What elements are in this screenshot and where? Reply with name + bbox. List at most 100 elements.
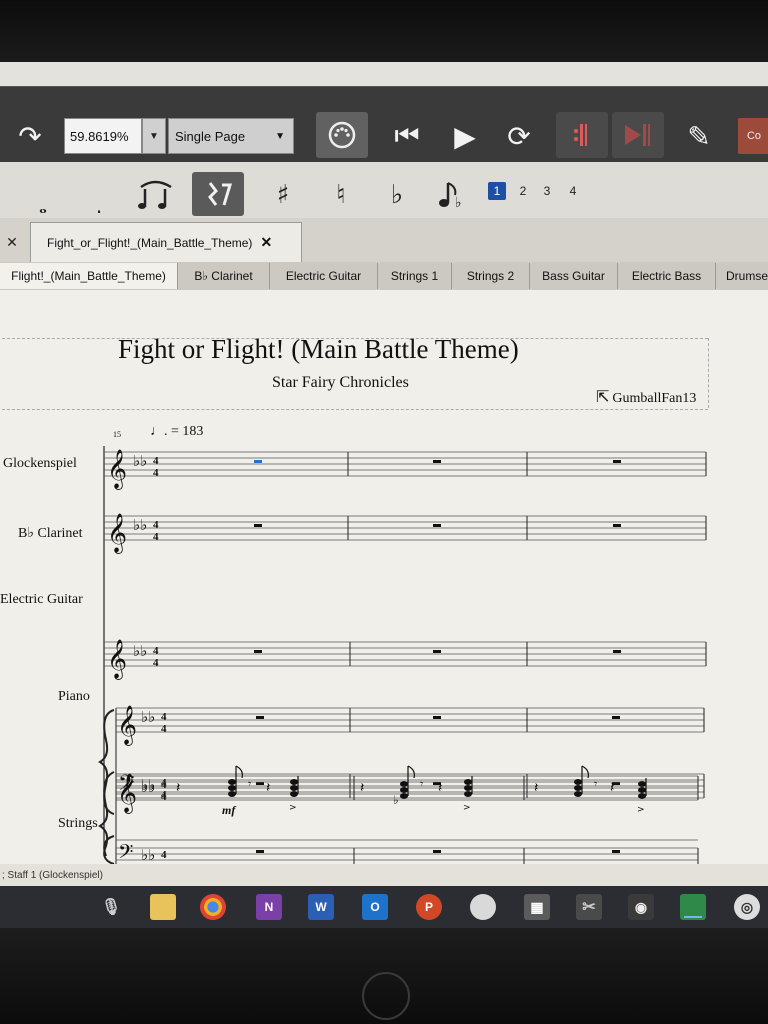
zoom-input[interactable]: 59.8619%	[64, 118, 142, 154]
whole-rest[interactable]	[433, 524, 441, 527]
grace-note-icon[interactable]: ♭	[432, 174, 472, 214]
musescore-taskbar-icon[interactable]	[680, 894, 706, 920]
eighth-rest[interactable]: 𝄾	[248, 777, 251, 791]
title-frame-right	[708, 338, 709, 408]
rest-toggle-button[interactable]	[192, 172, 244, 216]
score-subtitle[interactable]: Star Fairy Chronicles	[272, 374, 409, 392]
part-tab-main[interactable]: Flight!_(Main_Battle_Theme)	[0, 263, 178, 289]
whole-rest[interactable]	[612, 716, 620, 719]
chrome-icon[interactable]	[200, 894, 226, 920]
quarter-rest[interactable]: 𝄽	[610, 780, 614, 796]
svg-text:♭: ♭	[455, 195, 462, 211]
camera-icon[interactable]: ◉	[628, 894, 654, 920]
document-tab-title: Fight_or_Flight!_(Main_Battle_Theme)	[47, 235, 253, 250]
whole-rest[interactable]	[256, 850, 264, 853]
natural-icon[interactable]: ♮	[324, 176, 358, 214]
quarter-rest[interactable]: 𝄽	[176, 780, 180, 796]
rewind-to-start-button[interactable]: ⏮	[388, 116, 426, 156]
quarter-rest[interactable]: 𝄽	[534, 780, 538, 796]
eighth-rest[interactable]: 𝄾	[594, 777, 597, 791]
staff-clarinet[interactable]: 𝄞 ♭♭ 4 4	[104, 513, 707, 554]
bass-clef-icon: 𝄢	[118, 840, 133, 864]
part-tab-electric-bass[interactable]: Electric Bass	[618, 263, 716, 289]
composer-credit[interactable]: ⇱ GumballFan13	[596, 387, 696, 407]
part-tab-electric-guitar[interactable]: Electric Guitar	[270, 263, 378, 289]
eighth-rest[interactable]: 𝄾	[420, 777, 423, 791]
whole-rest[interactable]	[613, 524, 621, 527]
voice-1-button[interactable]: 1	[488, 182, 506, 200]
tie-icon[interactable]	[132, 174, 182, 214]
play-button[interactable]: ▶	[446, 116, 484, 156]
svg-text:4: 4	[161, 791, 167, 803]
svg-text:>: >	[463, 803, 471, 813]
selected-whole-rest[interactable]	[254, 460, 262, 463]
dynamic-marking[interactable]: mf	[222, 803, 236, 817]
quarter-rest[interactable]: 𝄽	[438, 780, 442, 796]
accented-chord[interactable]: ^	[227, 762, 243, 797]
concert-pitch-button[interactable]: Co	[738, 118, 768, 154]
whole-rest[interactable]	[433, 716, 441, 719]
document-tab-close-icon[interactable]: ✕	[260, 234, 272, 251]
metronome-icon[interactable]: ✎	[680, 116, 718, 156]
whole-rest[interactable]	[613, 460, 621, 463]
screen: ↷ 59.8619% ▼ Single Page ▼ ⏮ ▶ ⟳ ✎ Co 𝅝 …	[0, 62, 768, 928]
strings-staff[interactable]: 𝄞 ♭♭ 4 4 𝄢 ♭♭ 4 𝄽 ^ 𝄾 𝄽 > mf 𝄽 ^ ♭ 𝄾 𝄽 >…	[0, 762, 768, 864]
svg-text:^: ^	[227, 762, 235, 767]
accented-chord[interactable]: ^	[573, 762, 589, 797]
score-title[interactable]: Fight or Flight! (Main Battle Theme)	[118, 334, 588, 365]
loop-button[interactable]: ⟳	[500, 116, 538, 156]
voice-2-button[interactable]: 2	[514, 182, 532, 200]
staff-glockenspiel[interactable]: 𝄞 ♭♭ 4 4	[104, 449, 707, 490]
whole-rest[interactable]	[254, 650, 262, 653]
loop-out-button[interactable]	[612, 112, 664, 158]
whole-rest[interactable]	[433, 460, 441, 463]
part-tab-clarinet[interactable]: B♭ Clarinet	[178, 263, 270, 289]
whole-rest[interactable]	[256, 716, 264, 719]
calculator-icon[interactable]: ▦	[524, 894, 550, 920]
time-signature: 4	[153, 645, 159, 657]
accented-chord[interactable]: >	[289, 776, 299, 813]
sharp-icon[interactable]: ♯	[266, 176, 300, 214]
staff-electric-guitar[interactable]: 𝄞 ♭♭ 4 4	[104, 639, 707, 680]
powerpoint-icon[interactable]: P	[416, 894, 442, 920]
microphone-icon[interactable]: 🎙	[98, 894, 124, 920]
svg-text:4: 4	[153, 531, 159, 543]
midi-input-button[interactable]	[316, 112, 368, 158]
part-tab-drumset[interactable]: Drumse	[716, 263, 768, 289]
part-tab-bass-guitar[interactable]: Bass Guitar	[530, 263, 618, 289]
time-signature: 4	[153, 455, 159, 467]
svg-text:4: 4	[161, 779, 167, 791]
part-tab-strings-2[interactable]: Strings 2	[452, 263, 530, 289]
whole-note-icon[interactable]: 𝅝	[28, 194, 58, 218]
word-icon[interactable]: W	[308, 894, 334, 920]
paint-icon[interactable]	[470, 894, 496, 920]
whole-rest[interactable]	[613, 650, 621, 653]
voice-3-button[interactable]: 3	[538, 182, 556, 200]
file-explorer-icon[interactable]	[150, 894, 176, 920]
svg-text:4: 4	[161, 849, 167, 861]
whole-rest[interactable]	[433, 850, 441, 853]
quarter-rest[interactable]: 𝄽	[266, 780, 270, 796]
onenote-icon[interactable]: N	[256, 894, 282, 920]
media-player-icon[interactable]: ◎	[734, 894, 760, 920]
view-mode-select[interactable]: Single Page ▼	[168, 118, 294, 154]
voice-4-button[interactable]: 4	[564, 182, 582, 200]
view-mode-label: Single Page	[175, 128, 246, 144]
accented-chord[interactable]: >	[637, 778, 647, 815]
loop-in-button[interactable]	[556, 112, 608, 158]
whole-rest[interactable]	[433, 650, 441, 653]
accented-chord[interactable]: >	[463, 776, 473, 813]
quarter-rest[interactable]: 𝄽	[360, 780, 364, 796]
close-icon[interactable]: ✕	[0, 222, 24, 262]
whole-rest[interactable]	[612, 850, 620, 853]
snipping-tool-icon[interactable]: ✂	[576, 894, 602, 920]
part-tab-strings-1[interactable]: Strings 1	[378, 263, 452, 289]
outlook-icon[interactable]: O	[362, 894, 388, 920]
zoom-dropdown-button[interactable]: ▼	[142, 118, 166, 154]
document-tab[interactable]: Fight_or_Flight!_(Main_Battle_Theme) ✕	[30, 222, 302, 262]
redo-icon[interactable]: ↷	[10, 117, 50, 155]
augmentation-dot-icon[interactable]: .	[84, 194, 114, 218]
strings-brace	[98, 771, 115, 864]
flat-icon[interactable]: ♭	[380, 176, 414, 214]
whole-rest[interactable]	[254, 524, 262, 527]
